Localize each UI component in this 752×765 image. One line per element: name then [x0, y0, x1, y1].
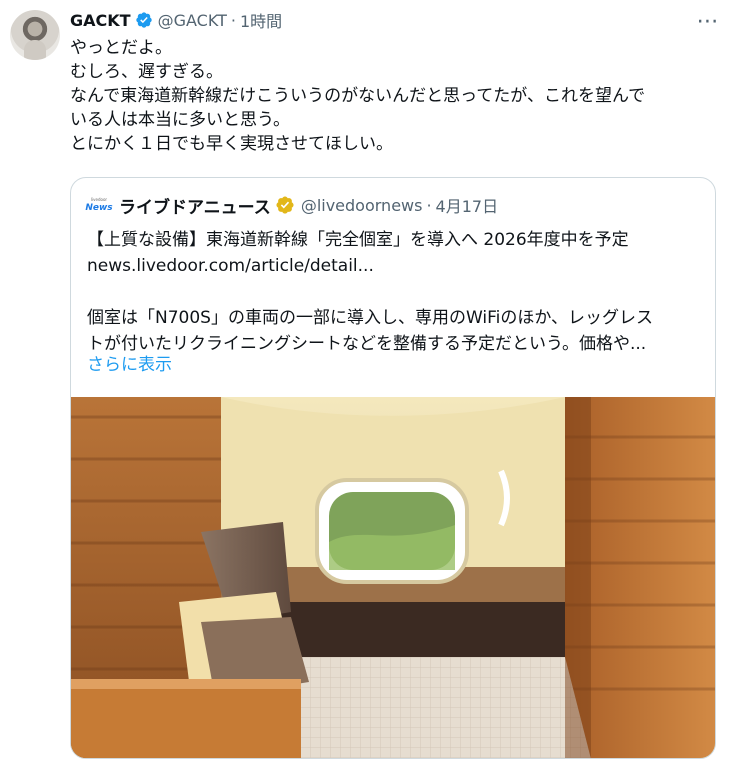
quoted-author-handle[interactable]: @livedoornews — [301, 196, 423, 215]
tweet-header: GACKT @GACKT · 1時間 — [70, 8, 282, 32]
tweet-time[interactable]: 1時間 — [240, 8, 282, 32]
header-separator: · — [230, 10, 236, 30]
more-options-icon[interactable]: ⋯ — [696, 10, 720, 34]
verified-badge-icon — [135, 12, 152, 28]
quoted-tweet[interactable]: livedoor News ライブドアニュース @livedoornews · … — [70, 177, 716, 759]
quoted-author-name[interactable]: ライブドアニュース — [119, 193, 271, 218]
author-handle[interactable]: @GACKT — [158, 11, 227, 30]
author-name[interactable]: GACKT — [70, 11, 131, 30]
quoted-tweet-date[interactable]: 4月17日 — [436, 193, 499, 217]
author-avatar[interactable] — [10, 10, 60, 60]
quoted-tweet-text: 【上質な設備】東海道新幹線「完全個室」を導入へ 2026年度中を予定 news.… — [87, 230, 654, 354]
tweet-text: やっとだよ。 むしろ、遅すぎる。 なんで東海道新幹線だけこういうのがないんだと思… — [70, 38, 646, 154]
quoted-header-separator: · — [426, 195, 432, 215]
quoted-tweet-header: livedoor News ライブドアニュース @livedoornews · … — [85, 192, 499, 218]
train-private-room-photo[interactable] — [71, 397, 715, 759]
show-more-link[interactable]: さらに表示 — [87, 352, 172, 378]
quoted-author-avatar[interactable]: livedoor News — [85, 193, 113, 217]
avatar-brand-text: News — [85, 203, 113, 213]
verified-organization-badge-icon — [276, 196, 294, 214]
